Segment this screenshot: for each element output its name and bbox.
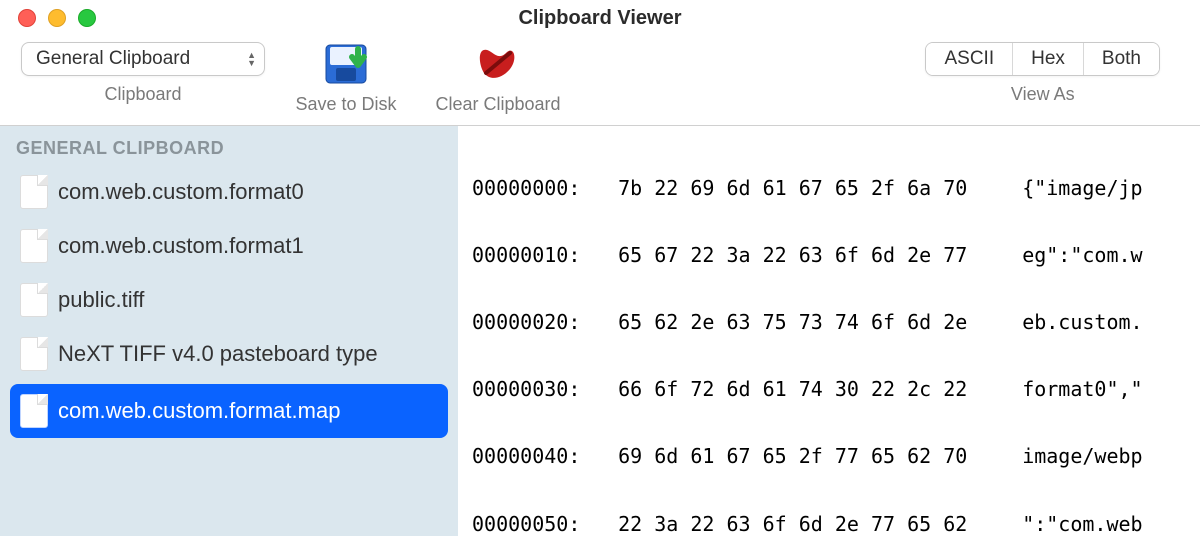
sidebar: GENERAL CLIPBOARD com.web.custom.format0… bbox=[0, 126, 458, 536]
clear-clipboard-button[interactable]: Clear Clipboard bbox=[416, 42, 580, 115]
hex-view: 00000000: 7b 22 69 6d 61 67 65 2f 6a 70 … bbox=[458, 126, 1200, 536]
view-hex-button[interactable]: Hex bbox=[1013, 43, 1084, 75]
view-both-button[interactable]: Both bbox=[1084, 43, 1159, 75]
file-icon bbox=[20, 337, 48, 371]
hex-row: 00000010: 65 67 22 3a 22 63 6f 6d 2e 77 … bbox=[472, 244, 1192, 266]
file-icon bbox=[20, 175, 48, 209]
sidebar-item-label: public.tiff bbox=[58, 287, 144, 313]
clipboard-selector[interactable]: General Clipboard ▲▼ bbox=[21, 42, 265, 76]
view-as-label: View As bbox=[1011, 84, 1075, 105]
chevron-updown-icon: ▲▼ bbox=[247, 51, 256, 67]
clear-label: Clear Clipboard bbox=[435, 94, 560, 115]
file-icon bbox=[20, 283, 48, 317]
file-icon bbox=[20, 229, 48, 263]
sidebar-header: GENERAL CLIPBOARD bbox=[0, 132, 458, 165]
file-icon bbox=[20, 394, 48, 428]
hex-row: 00000000: 7b 22 69 6d 61 67 65 2f 6a 70 … bbox=[472, 177, 1192, 199]
hex-row: 00000020: 65 62 2e 63 75 73 74 6f 6d 2e … bbox=[472, 311, 1192, 333]
sidebar-item-label: com.web.custom.format0 bbox=[58, 179, 304, 205]
hex-row: 00000040: 69 6d 61 67 65 2f 77 65 62 70 … bbox=[472, 445, 1192, 467]
save-icon bbox=[322, 42, 370, 86]
content-area: GENERAL CLIPBOARD com.web.custom.format0… bbox=[0, 126, 1200, 536]
clipboard-label: Clipboard bbox=[104, 84, 181, 105]
sidebar-item-format0[interactable]: com.web.custom.format0 bbox=[0, 165, 458, 219]
view-ascii-button[interactable]: ASCII bbox=[926, 43, 1013, 75]
hex-row: 00000050: 22 3a 22 63 6f 6d 2e 77 65 62 … bbox=[472, 513, 1192, 535]
sidebar-item-format-map[interactable]: com.web.custom.format.map bbox=[10, 384, 448, 438]
sidebar-item-label: com.web.custom.format.map bbox=[58, 398, 340, 424]
clear-icon bbox=[474, 42, 522, 86]
view-as-segmented: ASCII Hex Both bbox=[925, 42, 1160, 76]
sidebar-item-label: com.web.custom.format1 bbox=[58, 233, 304, 259]
titlebar: Clipboard Viewer bbox=[0, 0, 1200, 36]
sidebar-item-format1[interactable]: com.web.custom.format1 bbox=[0, 219, 458, 273]
save-label: Save to Disk bbox=[295, 94, 396, 115]
clipboard-selector-value: General Clipboard bbox=[36, 48, 190, 70]
sidebar-item-public-tiff[interactable]: public.tiff bbox=[0, 273, 458, 327]
hex-row: 00000030: 66 6f 72 6d 61 74 30 22 2c 22 … bbox=[472, 378, 1192, 400]
sidebar-item-next-tiff[interactable]: NeXT TIFF v4.0 pasteboard type bbox=[0, 327, 458, 381]
window-title: Clipboard Viewer bbox=[0, 7, 1200, 30]
save-to-disk-button[interactable]: Save to Disk bbox=[276, 42, 416, 115]
toolbar: General Clipboard ▲▼ Clipboard Save to D… bbox=[0, 36, 1200, 126]
sidebar-item-label: NeXT TIFF v4.0 pasteboard type bbox=[58, 341, 378, 367]
